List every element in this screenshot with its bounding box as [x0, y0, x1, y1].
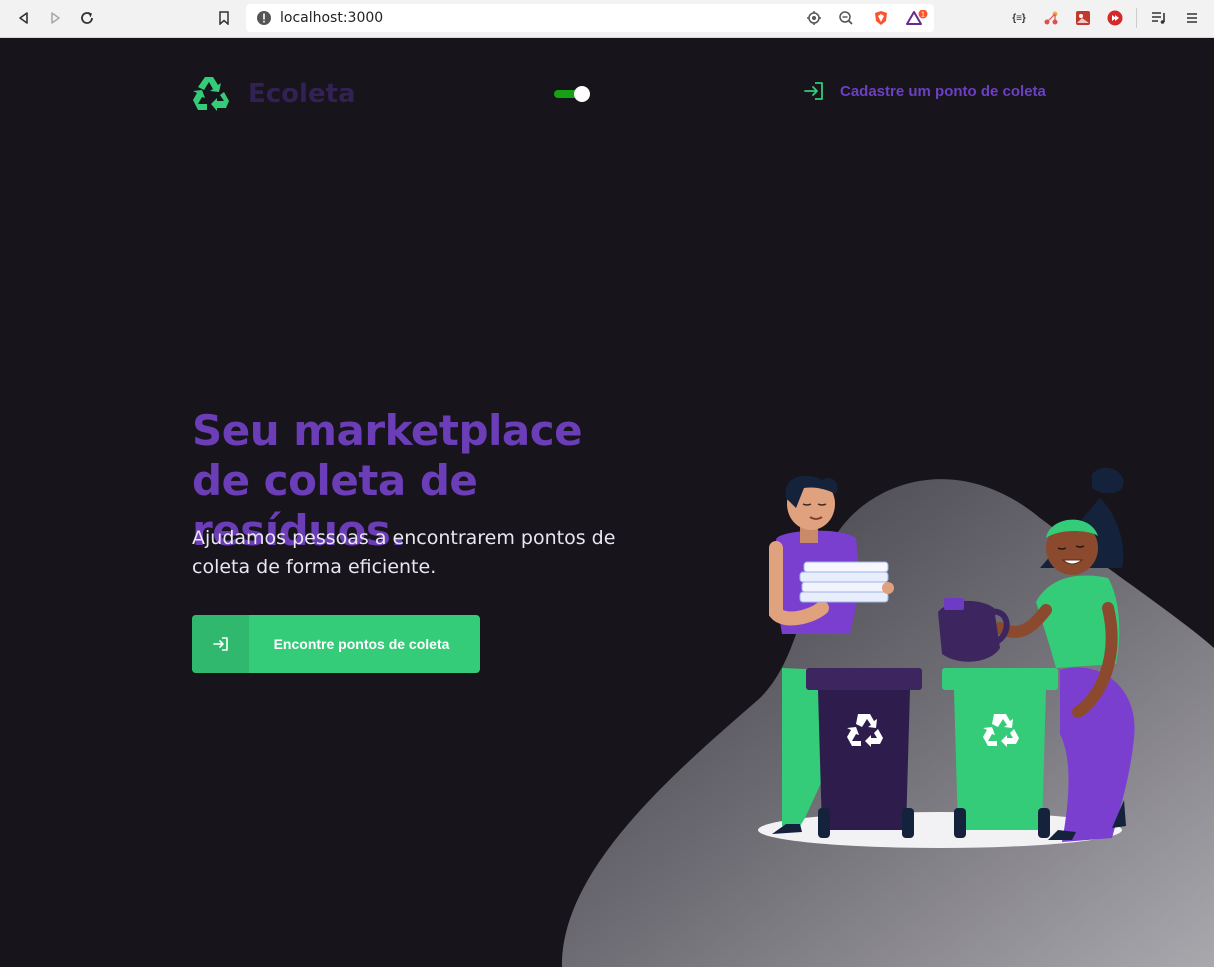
register-link-label: Cadastre um ponto de coleta [840, 82, 1046, 100]
notification-badge: 1 [921, 12, 925, 19]
json-extension-icon[interactable]: {≡} [1010, 9, 1028, 27]
recycling-illustration [561, 467, 1214, 967]
green-recycling-bin [942, 668, 1058, 838]
extension-network-icon[interactable] [1042, 9, 1060, 27]
bookmark-button[interactable] [214, 8, 234, 28]
reload-button[interactable] [77, 8, 97, 28]
recycle-logo-icon [193, 77, 229, 111]
menu-icon[interactable] [1183, 9, 1201, 27]
location-icon[interactable] [806, 10, 822, 26]
back-icon [19, 12, 28, 24]
brave-shield-icon[interactable] [873, 10, 889, 26]
login-icon [804, 82, 823, 100]
url-text[interactable]: localhost:3000 [280, 10, 383, 26]
paper-stack [799, 561, 889, 603]
purple-recycling-bin [806, 668, 922, 838]
theme-toggle[interactable] [554, 86, 590, 102]
register-point-link[interactable]: Cadastre um ponto de coleta [804, 82, 1046, 100]
forward-button[interactable] [45, 8, 65, 28]
cta-label: Encontre pontos de coleta [273, 636, 450, 652]
toolbar-divider [1136, 8, 1137, 28]
zoom-icon[interactable] [838, 10, 854, 26]
logo-text: Ecoleta [248, 79, 356, 109]
playlist-icon[interactable] [1150, 9, 1168, 27]
reload-icon [81, 12, 93, 24]
extension-picture-icon[interactable] [1074, 9, 1092, 27]
bookmark-icon [219, 11, 229, 25]
address-bar[interactable]: localhost:3000 1 [246, 4, 934, 32]
login-icon [212, 637, 228, 651]
brave-rewards-icon[interactable]: 1 [906, 9, 928, 26]
extension-media-icon[interactable] [1106, 9, 1124, 27]
find-points-button[interactable]: Encontre pontos de coleta [192, 615, 480, 673]
back-button[interactable] [14, 8, 34, 28]
info-icon[interactable] [256, 10, 272, 26]
toggle-knob [574, 86, 590, 102]
logo[interactable]: Ecoleta [191, 75, 356, 113]
landing-page: Ecoleta Cadastre um ponto de coleta Seu … [0, 38, 1214, 967]
cta-icon-box [192, 615, 249, 673]
forward-icon [51, 12, 60, 24]
browser-toolbar: localhost:3000 1 {≡} [0, 0, 1214, 38]
